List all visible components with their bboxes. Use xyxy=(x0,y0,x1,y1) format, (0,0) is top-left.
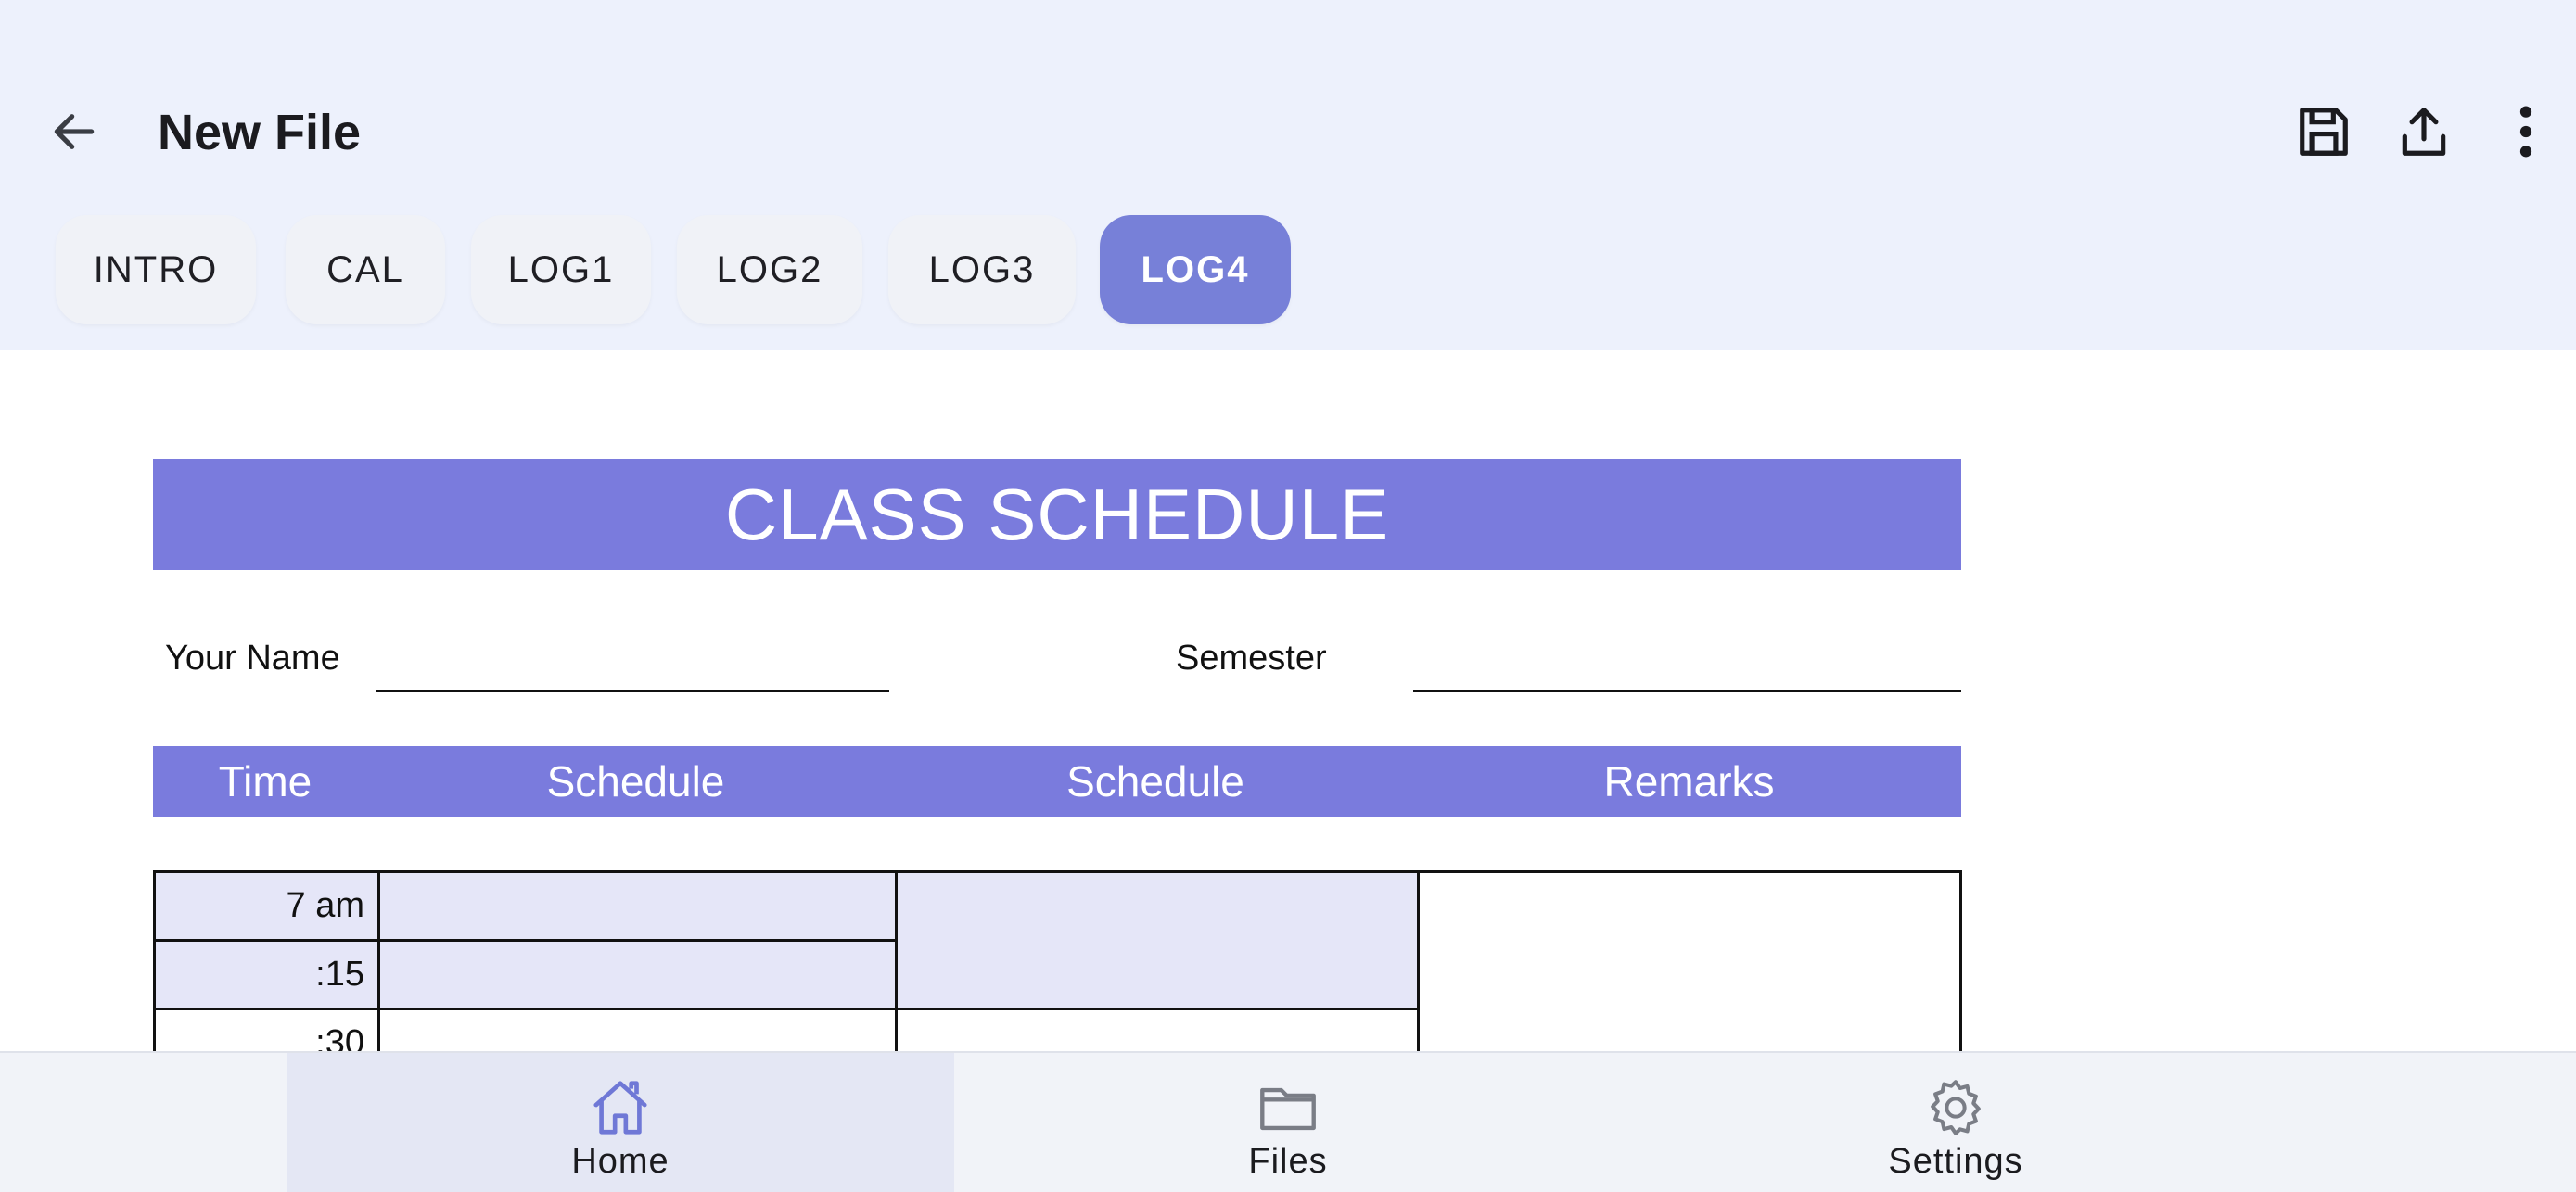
page-title: New File xyxy=(158,105,362,160)
save-button[interactable] xyxy=(2287,95,2361,169)
your-name-label: Your Name xyxy=(165,639,340,678)
nav-home[interactable]: Home xyxy=(287,1053,954,1192)
tab-cal[interactable]: CAL xyxy=(286,215,445,324)
semester-label: Semester xyxy=(1176,639,1327,678)
app-bar: New File INTRO CAL LOG1 LOG2 LOG3 LOG4 xyxy=(0,0,2576,350)
tab-label: LOG4 xyxy=(1141,248,1250,290)
tab-label: LOG2 xyxy=(716,248,823,290)
nav-files[interactable]: Files xyxy=(954,1053,1622,1192)
tab-intro[interactable]: INTRO xyxy=(56,215,256,324)
tab-log4[interactable]: LOG4 xyxy=(1100,215,1291,324)
tab-label: LOG1 xyxy=(507,248,615,290)
tab-label: LOG3 xyxy=(928,248,1036,290)
nav-settings[interactable]: Settings xyxy=(1622,1053,2289,1192)
time-cell[interactable]: 7 am xyxy=(153,870,380,942)
tab-label: INTRO xyxy=(93,248,219,290)
tab-log3[interactable]: LOG3 xyxy=(888,215,1076,324)
back-button[interactable] xyxy=(37,95,111,169)
nav-label-files: Files xyxy=(1248,1142,1328,1181)
schedule-cell[interactable] xyxy=(895,870,1420,1010)
folder-icon xyxy=(1260,1087,1316,1131)
time-label: :15 xyxy=(315,955,364,994)
spreadsheet-canvas[interactable]: CLASS SCHEDULE Your Name Semester Time S… xyxy=(0,350,2576,1051)
column-header-row: Time Schedule Schedule Remarks xyxy=(153,746,1961,817)
time-label: 7 am xyxy=(286,886,364,925)
semester-field[interactable] xyxy=(1413,690,1961,692)
arrow-left-icon xyxy=(54,114,95,149)
home-icon xyxy=(593,1081,647,1135)
share-button[interactable] xyxy=(2387,95,2461,169)
bottom-navigation: Home Files Settings xyxy=(0,1051,2576,1192)
gear-icon xyxy=(1931,1080,1981,1135)
save-icon xyxy=(2300,108,2348,156)
your-name-field[interactable] xyxy=(376,690,889,692)
tab-label: CAL xyxy=(326,248,404,290)
schedule-cell[interactable] xyxy=(377,939,898,1010)
column-header-schedule-2: Schedule xyxy=(1066,757,1244,805)
time-label: :30 xyxy=(315,1023,364,1051)
schedule-title: CLASS SCHEDULE xyxy=(153,459,1961,570)
tab-log1[interactable]: LOG1 xyxy=(471,215,651,324)
share-icon xyxy=(2402,108,2446,156)
nav-label-home: Home xyxy=(571,1142,670,1181)
more-options-button[interactable] xyxy=(2489,95,2563,169)
schedule-cell[interactable] xyxy=(895,1008,1420,1051)
time-cell[interactable]: :30 xyxy=(153,1008,380,1051)
schedule-cell[interactable] xyxy=(377,1008,898,1051)
schedule-cell[interactable] xyxy=(377,870,898,942)
column-header-time: Time xyxy=(218,757,312,805)
remarks-cell[interactable] xyxy=(1417,870,1962,1051)
schedule-grid: 7 am :15 :30 xyxy=(153,870,1962,1051)
time-cell[interactable]: :15 xyxy=(153,939,380,1010)
tab-log2[interactable]: LOG2 xyxy=(677,215,862,324)
more-vert-icon xyxy=(2519,106,2532,158)
column-header-schedule-1: Schedule xyxy=(546,757,725,805)
column-header-remarks: Remarks xyxy=(1603,757,1775,805)
nav-label-settings: Settings xyxy=(1888,1142,2023,1181)
